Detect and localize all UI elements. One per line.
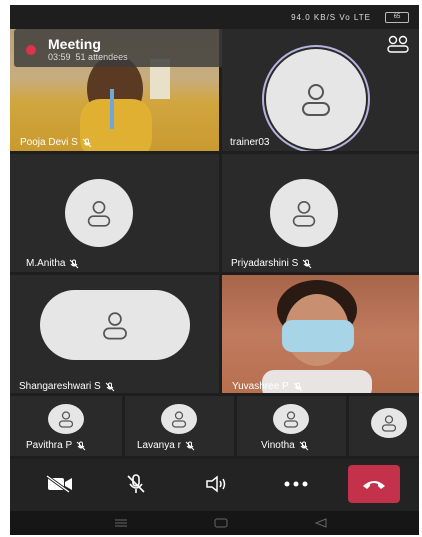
participant-tile-priyadarshini[interactable]: Priyadarshini S — [222, 154, 419, 272]
meeting-info: 03:59 51 attendees — [48, 52, 128, 62]
participant-name-text: Lavanya r — [137, 440, 181, 451]
participant-tile-anitha[interactable]: M.Anitha — [10, 154, 219, 272]
participant-name: Lavanya r — [137, 440, 195, 451]
meeting-header: Meeting 03:59 51 attendees — [14, 29, 248, 67]
strip-tile-vinotha[interactable]: Vinotha — [237, 396, 346, 456]
hang-up-icon — [363, 481, 385, 489]
person-icon — [103, 312, 127, 340]
avatar — [270, 179, 338, 247]
participant-name: Pooja Devi S — [20, 137, 92, 148]
strip-tile-lavanya[interactable]: Lavanya r — [125, 396, 234, 456]
participant-name-text: trainer03 — [230, 137, 270, 148]
person-icon — [283, 411, 299, 428]
person-icon — [302, 84, 330, 116]
participant-video — [262, 280, 372, 393]
meeting-timer: 03:59 — [48, 52, 71, 62]
recording-indicator — [26, 45, 36, 55]
call-controls — [10, 459, 419, 511]
avatar — [48, 404, 84, 434]
system-navigation-bar — [10, 511, 419, 535]
participant-name-text: Pooja Devi S — [20, 137, 78, 148]
battery-icon: 65 — [385, 12, 409, 23]
participant-name: Yuvashree P — [232, 381, 303, 392]
person-icon — [87, 201, 111, 227]
participant-tile-yuvashree[interactable]: Yuvashree P — [222, 275, 419, 393]
avatar — [371, 408, 407, 438]
mute-button[interactable] — [114, 465, 158, 503]
attendee-count: 51 attendees — [75, 52, 128, 62]
strip-tile-pavithra[interactable]: Pavithra P — [10, 396, 122, 456]
person-icon — [381, 415, 397, 432]
status-bar: 94.0 KB/S Vo LTE 65 — [10, 5, 419, 29]
mic-muted-icon — [70, 259, 79, 268]
participant-name: Pavithra P — [26, 440, 86, 451]
person-icon — [58, 411, 74, 428]
meeting-title: Meeting — [48, 36, 101, 52]
participant-name-text: Vinotha — [261, 440, 295, 451]
mic-off-icon — [127, 474, 145, 493]
mic-muted-icon — [82, 138, 92, 147]
participant-name: Shangareshwari S — [19, 381, 115, 392]
participant-name: Priyadarshini S — [231, 258, 312, 269]
mic-muted-icon — [105, 382, 115, 391]
mic-muted-icon — [185, 441, 195, 450]
participant-name-text: Shangareshwari S — [19, 381, 101, 392]
participants-icon[interactable] — [387, 35, 409, 53]
teams-meeting-screen: 94.0 KB/S Vo LTE 65 Pooja Devi S Meeting… — [10, 5, 419, 535]
video-off-icon — [46, 474, 72, 494]
mic-muted-icon — [293, 382, 303, 391]
avatar — [65, 179, 133, 247]
back-icon[interactable] — [314, 518, 328, 528]
participant-name-text: Yuvashree P — [232, 381, 289, 392]
mic-muted-icon — [76, 441, 86, 450]
mic-muted-icon — [299, 441, 309, 450]
recents-icon[interactable] — [114, 518, 128, 528]
speaker-button[interactable] — [194, 465, 238, 503]
person-icon — [292, 201, 316, 227]
strip-tile-partial[interactable] — [349, 396, 419, 456]
home-icon[interactable] — [214, 518, 228, 528]
participant-name: Vinotha — [261, 440, 309, 451]
avatar — [161, 404, 197, 434]
participant-tile-trainer03[interactable]: trainer03 — [222, 29, 419, 151]
more-options-button[interactable] — [274, 465, 318, 503]
avatar — [262, 45, 370, 151]
participant-name-text: Priyadarshini S — [231, 258, 299, 269]
participant-name: M.Anitha — [26, 258, 79, 269]
participant-tile-shangareshwari[interactable]: Shangareshwari S — [10, 275, 219, 393]
participant-name: trainer03 — [230, 137, 269, 148]
speaker-icon — [206, 475, 226, 493]
camera-toggle-button[interactable] — [38, 465, 82, 503]
status-indicators: 94.0 KB/S Vo LTE — [291, 13, 371, 22]
avatar — [273, 404, 309, 434]
avatar — [40, 290, 190, 360]
hang-up-button[interactable] — [348, 465, 400, 503]
participant-name-text: M.Anitha — [26, 258, 66, 269]
participant-name-text: Pavithra P — [26, 440, 73, 451]
mic-muted-icon — [302, 259, 312, 268]
person-icon — [171, 411, 187, 428]
more-icon — [284, 481, 308, 487]
